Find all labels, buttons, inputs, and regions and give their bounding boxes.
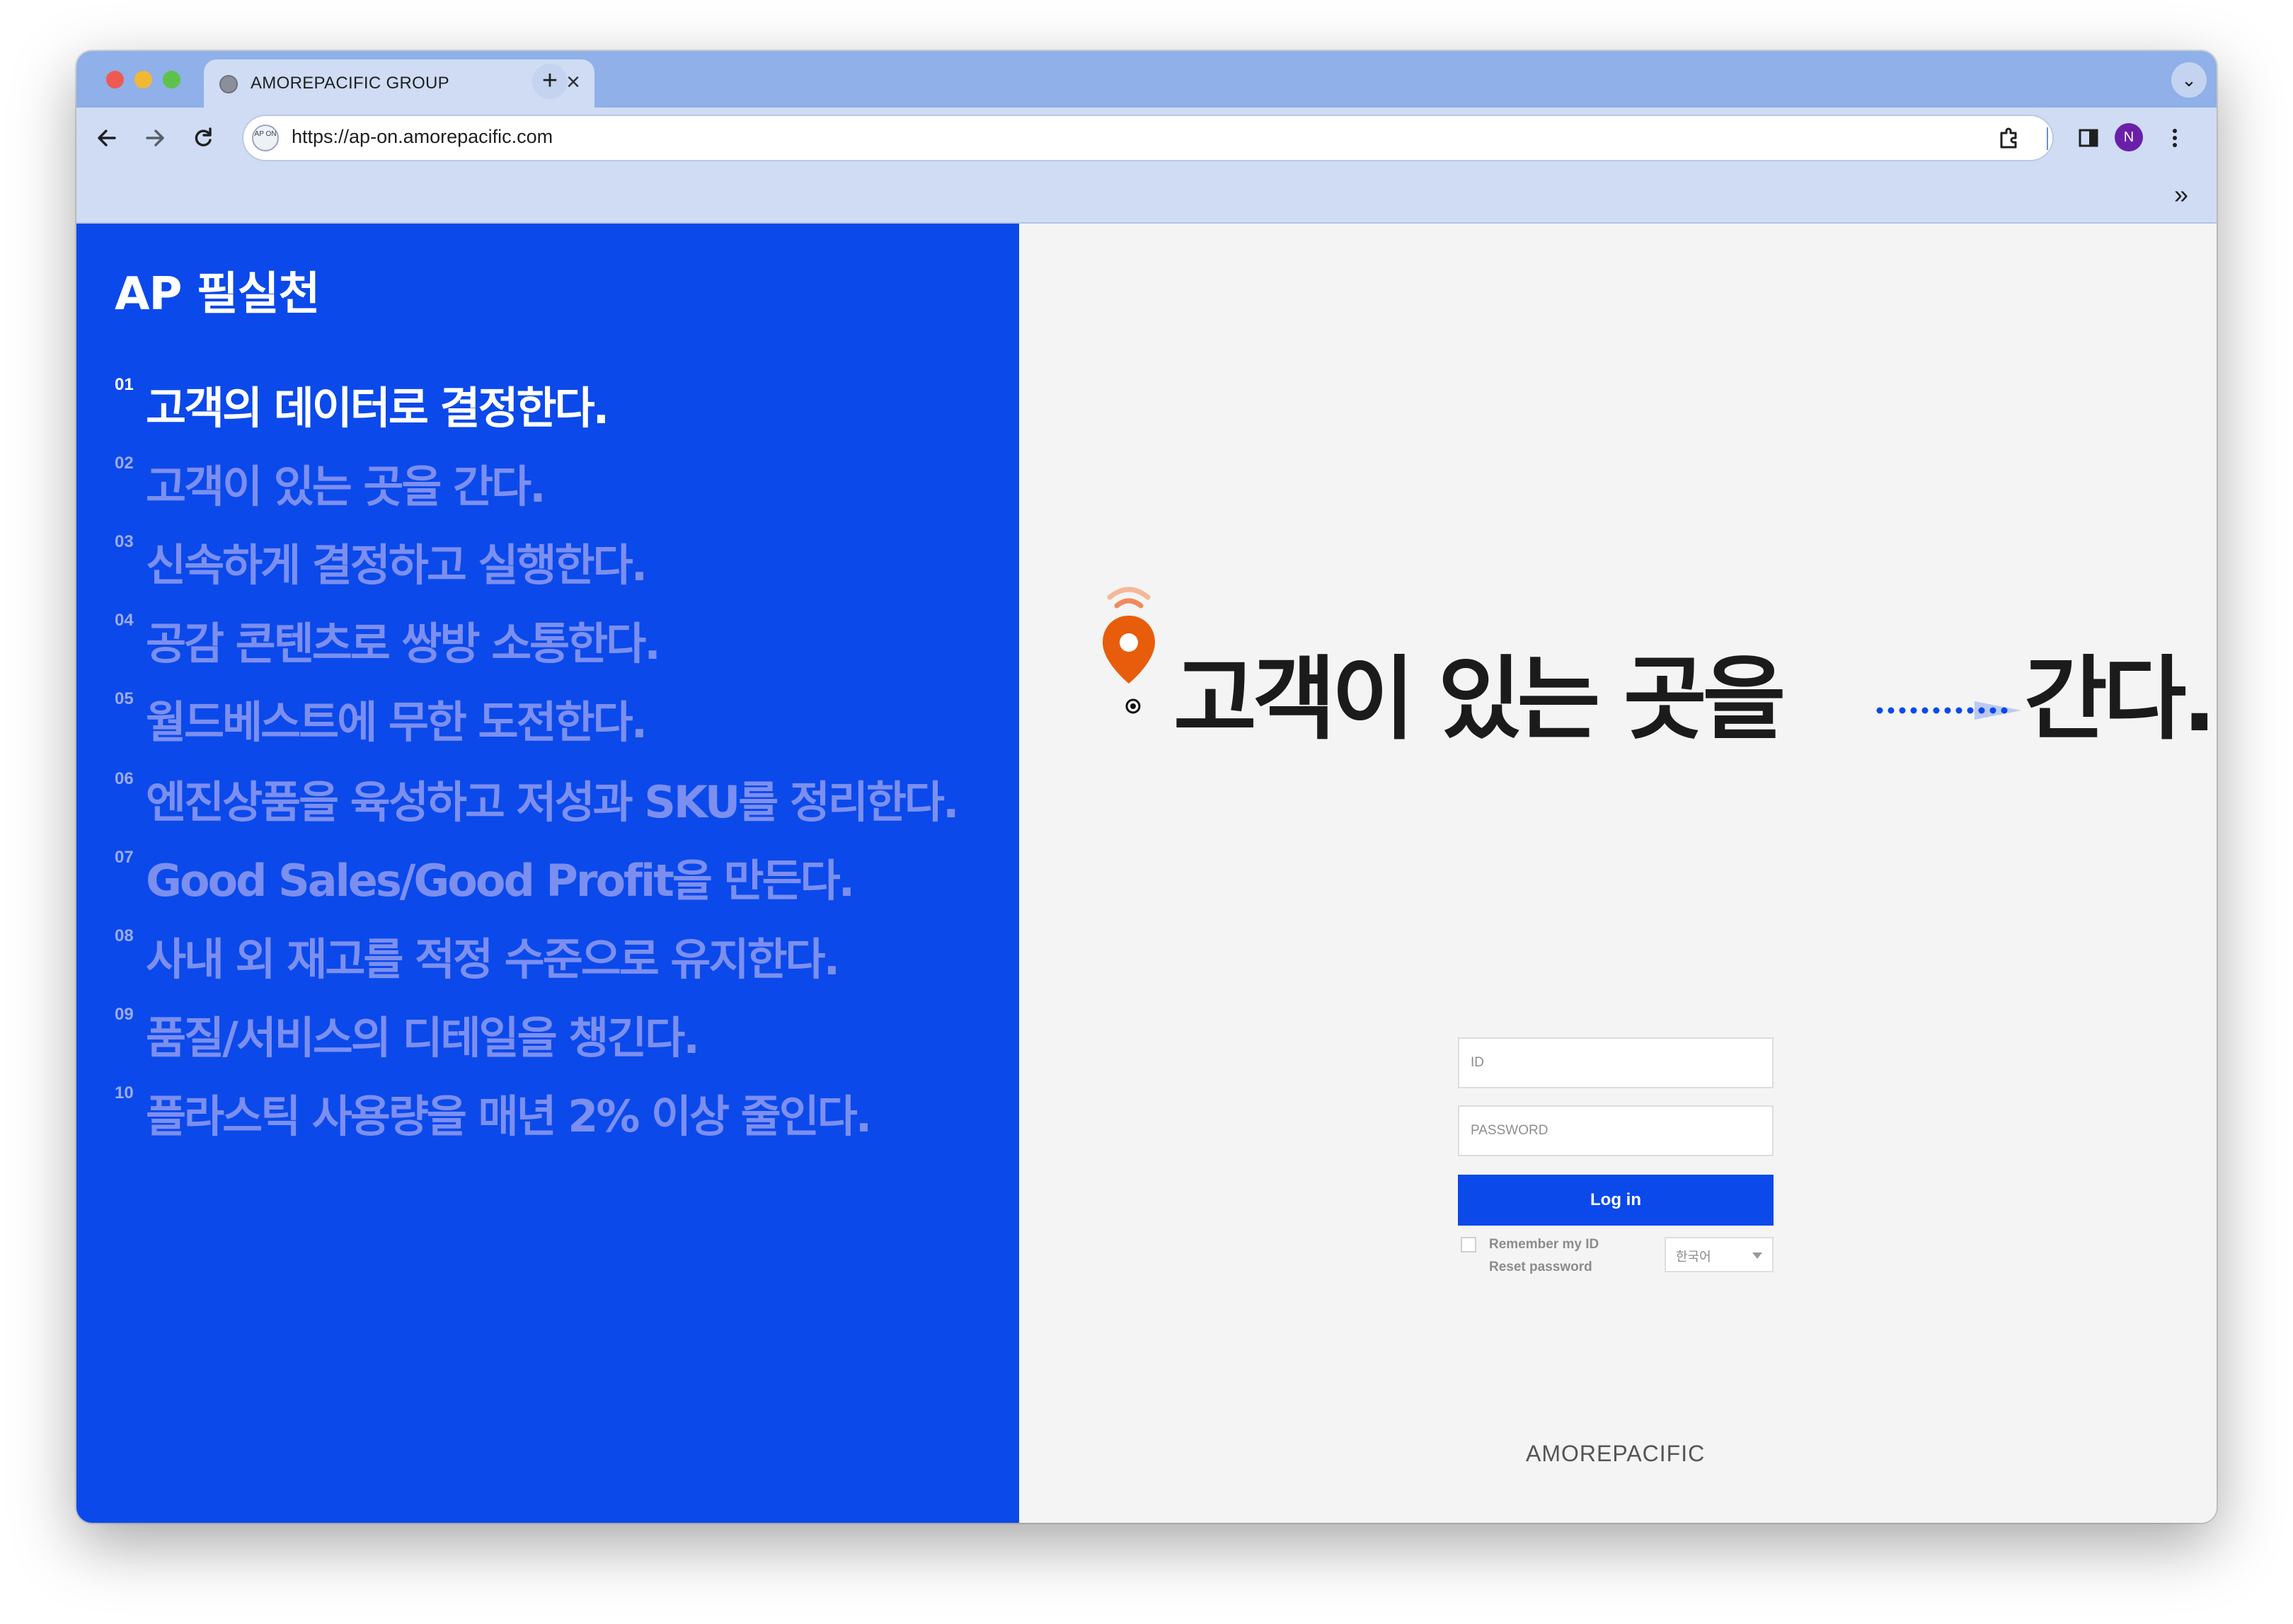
tab-title: AMOREPACIFIC GROUP (251, 74, 449, 93)
principle-text: 품질/서비스의 디테일을 챙긴다. (146, 1012, 700, 1064)
principle-number: 05 (115, 689, 134, 708)
slogan-text: 고객이 있는 곳을 (1173, 647, 1786, 752)
back-arrow-icon[interactable] (89, 120, 125, 156)
toolbar-divider (2047, 127, 2048, 150)
login-panel: 고객이 있는 곳을 간다. ID Log in Remember my ID R… (1019, 224, 2217, 1523)
side-panel-icon[interactable] (2071, 120, 2106, 156)
amorepacific-logo: AMOREPACIFIC (1526, 1441, 1706, 1466)
caret-down-icon (1752, 1252, 1762, 1259)
forward-arrow-icon[interactable] (137, 120, 173, 156)
principles-panel: AP 필실천 01 고객의 데이터로 결정한다. 02 고객이 있는 곳을 간다… (76, 224, 1019, 1523)
principle-text: 신속하게 결정하고 실행한다. (146, 539, 648, 591)
principle-text: 엔진상품을 육성하고 저성과 SKU를 정리한다. (146, 776, 960, 828)
bookmarks-bar: » (76, 170, 2217, 224)
address-bar[interactable]: AP ON https://ap-on.amorepacific.com (242, 115, 2054, 161)
remember-id-checkbox[interactable] (1461, 1237, 1476, 1252)
tab-search-chevron-icon[interactable]: ⌄ (2171, 62, 2207, 98)
language-value: 한국어 (1676, 1250, 1711, 1265)
browser-toolbar: AP ON https://ap-on.amorepacific.com N (76, 108, 2217, 170)
principle-number: 06 (115, 769, 134, 788)
slogan-text-end: 간다. (2024, 647, 2217, 752)
url-text[interactable]: https://ap-on.amorepacific.com (292, 126, 553, 148)
principle-number: 01 (115, 375, 134, 394)
page-content: AP 필실천 01 고객의 데이터로 결정한다. 02 고객이 있는 곳을 간다… (76, 224, 2217, 1523)
id-input[interactable] (1458, 1037, 1774, 1088)
principle-number: 07 (115, 848, 134, 867)
minimize-window-button[interactable] (134, 71, 152, 88)
dotted-arrow-icon (1876, 701, 2021, 720)
location-pin-icon (1103, 587, 1155, 714)
principle-number: 10 (115, 1083, 134, 1102)
principle-number: 03 (115, 532, 134, 551)
tab-close-icon[interactable]: × (566, 69, 580, 95)
panel-title: AP 필실천 (115, 268, 320, 321)
close-window-button[interactable] (106, 71, 124, 88)
password-input[interactable] (1458, 1105, 1774, 1156)
maximize-window-button[interactable] (163, 71, 180, 88)
globe-icon (219, 75, 238, 93)
site-info-icon[interactable]: AP ON (252, 125, 279, 151)
login-button[interactable]: Log in (1458, 1175, 1774, 1226)
language-select[interactable]: 한국어 (1665, 1237, 1774, 1272)
remember-id-label[interactable]: Remember my ID (1489, 1237, 1599, 1252)
browser-window: AMOREPACIFIC GROUP × + ⌄ AP ON https://a… (76, 51, 2217, 1523)
reset-password-link[interactable]: Reset password (1489, 1260, 1592, 1275)
principle-number: 08 (115, 926, 134, 945)
principle-number: 02 (115, 454, 134, 473)
principle-text: 고객의 데이터로 결정한다. (146, 382, 609, 434)
profile-avatar[interactable]: N (2115, 123, 2143, 151)
principle-number: 09 (115, 1005, 134, 1024)
extensions-icon[interactable] (1992, 120, 2027, 156)
principle-number: 04 (115, 611, 134, 630)
reload-icon[interactable] (185, 120, 221, 156)
principle-text: 공감 콘텐츠로 쌍방 소통한다. (146, 618, 661, 669)
principle-text: 사내 외 재고를 적정 수준으로 유지한다. (146, 933, 840, 985)
principle-text: 플라스틱 사용량을 매년 2% 이상 줄인다. (146, 1090, 872, 1142)
bookmarks-overflow-icon[interactable]: » (2174, 180, 2188, 209)
principle-text: 고객이 있는 곳을 간다. (146, 461, 546, 512)
tab-strip: AMOREPACIFIC GROUP × + ⌄ (76, 51, 2217, 109)
new-tab-button[interactable]: + (532, 64, 568, 99)
principle-text: 월드베스트에 무한 도전한다. (146, 696, 648, 748)
kebab-menu-icon[interactable] (2157, 120, 2193, 156)
principle-text: Good Sales/Good Profit을 만든다. (146, 855, 855, 906)
